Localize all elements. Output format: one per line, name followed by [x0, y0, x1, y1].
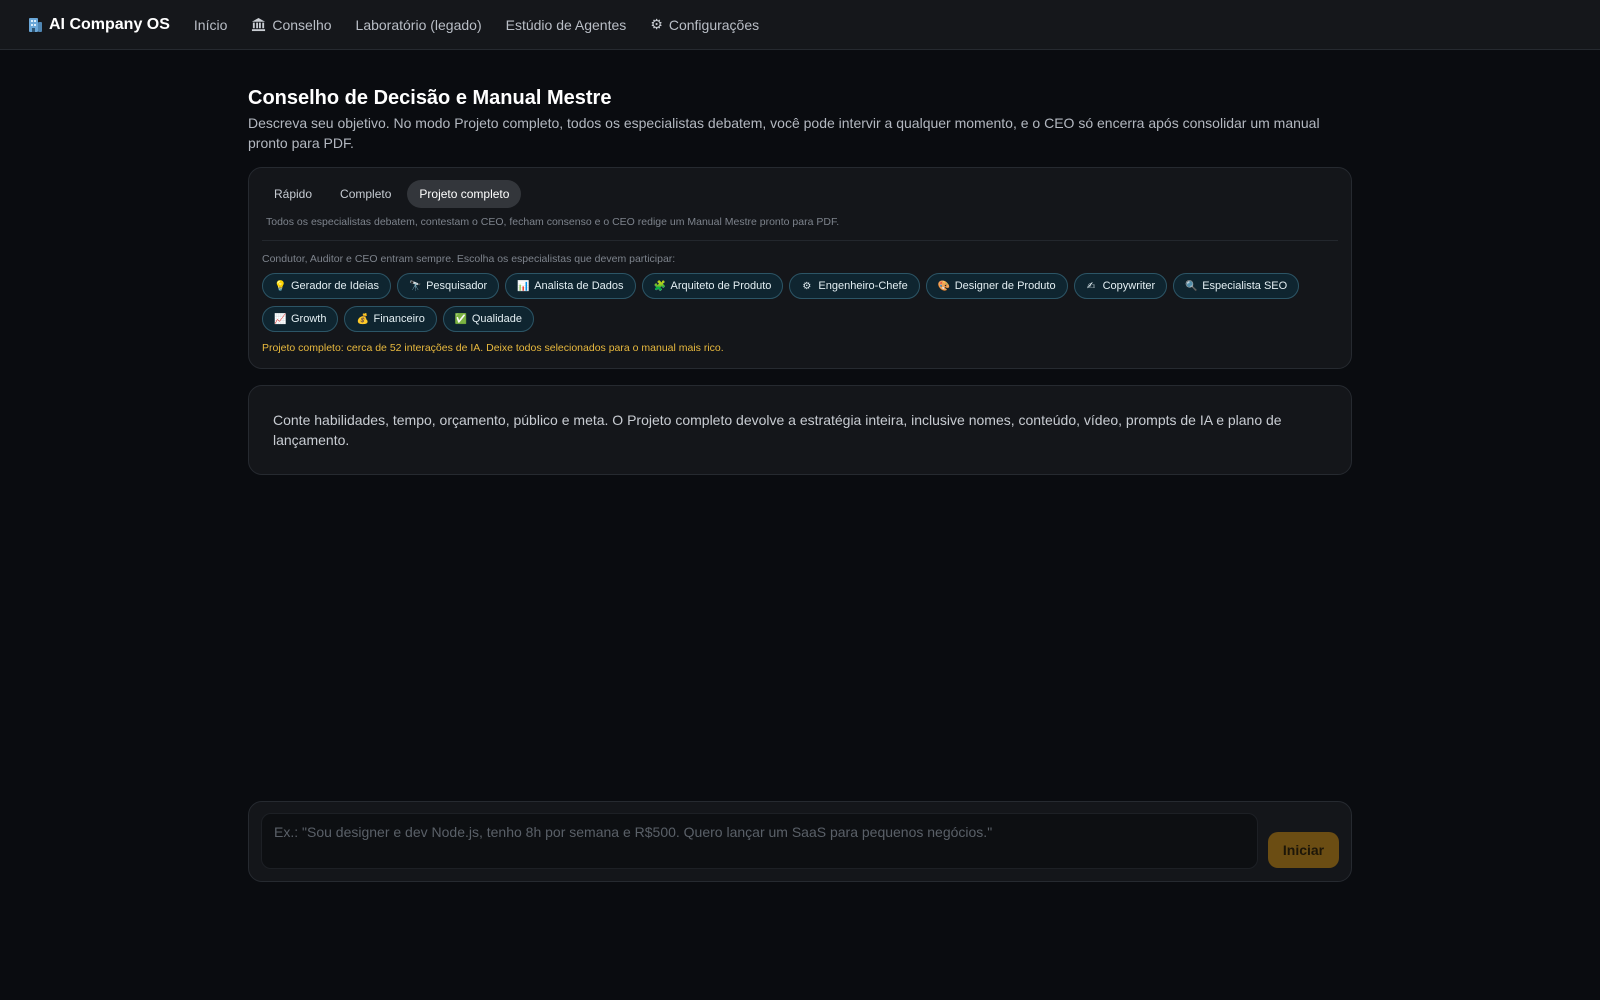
info-card: Conte habilidades, tempo, orçamento, púb…: [248, 385, 1352, 475]
chip-label: Qualidade: [471, 313, 522, 325]
tab-rapido[interactable]: Rápido: [262, 180, 324, 208]
chip-pesquisador[interactable]: 🔭 Pesquisador: [397, 273, 500, 299]
brand-label: AI Company OS: [49, 15, 170, 33]
mode-tabs: Rápido Completo Projeto completo: [262, 180, 1338, 208]
info-text: Conte habilidades, tempo, orçamento, púb…: [273, 412, 1282, 448]
bar-chart-icon: 📊: [517, 280, 530, 292]
gear-icon: ⚙: [650, 16, 663, 32]
telescope-icon: 🔭: [409, 280, 422, 292]
goal-input[interactable]: [261, 813, 1258, 869]
palette-icon: 🎨: [937, 280, 951, 292]
chip-label: Designer de Produto: [954, 280, 1056, 292]
chip-copywriter[interactable]: ✍ Copywriter: [1073, 273, 1168, 299]
magnifier-icon: 🔍: [1185, 280, 1198, 292]
chip-engenheiro-chefe[interactable]: ⚙ Engenheiro-Chefe: [789, 273, 920, 299]
mode-config-card: Rápido Completo Projeto completo Todos o…: [248, 167, 1352, 369]
gear-icon: ⚙: [802, 280, 812, 292]
page-title: Conselho de Decisão e Manual Mestre: [248, 87, 612, 109]
chip-label: Analista de Dados: [534, 280, 624, 292]
nav-estudio-agentes[interactable]: Estúdio de Agentes: [506, 17, 627, 33]
chip-label: Especialista SEO: [1202, 280, 1288, 292]
nav-estudio-label: Estúdio de Agentes: [505, 16, 627, 33]
chip-label: Gerador de Ideias: [291, 280, 380, 292]
puzzle-icon: 🧩: [653, 280, 666, 292]
chip-arquiteto-de-produto[interactable]: 🧩 Arquiteto de Produto: [641, 273, 784, 299]
classical-building-icon: [252, 17, 266, 32]
tab-completo[interactable]: Completo: [328, 180, 403, 208]
chip-label: Copywriter: [1102, 280, 1156, 292]
nav-configuracoes-label: Configurações: [668, 16, 760, 33]
chip-label: Financeiro: [373, 313, 425, 325]
specialist-select-hint: Condutor, Auditor e CEO entram sempre. E…: [262, 253, 676, 265]
main-content: Conselho de Decisão e Manual Mestre Desc…: [248, 84, 1352, 475]
nav-laboratorio[interactable]: Laboratório (legado): [356, 17, 482, 33]
trending-up-icon: 📈: [274, 313, 287, 325]
building-icon: [29, 17, 42, 32]
nav-inicio[interactable]: Início: [194, 17, 227, 33]
page-subtitle: Descreva seu objetivo. No modo Projeto c…: [248, 115, 1320, 151]
specialist-chips: 💡 Gerador de Ideias 🔭 Pesquisador 📊 Anal…: [262, 273, 1302, 332]
chip-qualidade[interactable]: ✅ Qualidade: [442, 306, 534, 332]
nav-conselho[interactable]: Conselho: [251, 16, 332, 33]
chip-financeiro[interactable]: 💰 Financeiro: [344, 306, 437, 332]
nav-configuracoes[interactable]: ⚙ Configurações: [650, 16, 759, 33]
brand[interactable]: AI Company OS: [27, 16, 170, 34]
top-navigation-bar: AI Company OS Início Conselho Laboratóri…: [0, 0, 1600, 50]
chip-gerador-de-ideias[interactable]: 💡 Gerador de Ideias: [262, 273, 392, 299]
composer: Iniciar: [248, 801, 1352, 882]
chip-label: Engenheiro-Chefe: [818, 280, 908, 292]
chip-especialista-seo[interactable]: 🔍 Especialista SEO: [1173, 273, 1300, 299]
chip-label: Arquiteto de Produto: [670, 280, 772, 292]
nav-inicio-label: Início: [193, 16, 228, 33]
writing-hand-icon: ✍: [1086, 280, 1096, 292]
interaction-warning: Projeto completo: cerca de 52 interações…: [262, 342, 724, 354]
money-bag-icon: 💰: [356, 313, 369, 325]
divider: [262, 240, 1338, 241]
check-box-icon: ✅: [454, 313, 468, 325]
tab-projeto-completo[interactable]: Projeto completo: [407, 180, 522, 208]
nav-conselho-label: Conselho: [272, 16, 332, 33]
mode-description: Todos os especialistas debatem, contesta…: [266, 216, 840, 228]
chip-growth[interactable]: 📈 Growth: [262, 306, 339, 332]
chip-designer-de-produto[interactable]: 🎨 Designer de Produto: [925, 273, 1068, 299]
chip-analista-de-dados[interactable]: 📊 Analista de Dados: [505, 273, 636, 299]
start-button[interactable]: Iniciar: [1268, 832, 1339, 868]
chip-label: Growth: [291, 313, 327, 325]
lightbulb-icon: 💡: [274, 280, 287, 292]
nav-laboratorio-label: Laboratório (legado): [355, 16, 482, 33]
chip-label: Pesquisador: [426, 280, 488, 292]
